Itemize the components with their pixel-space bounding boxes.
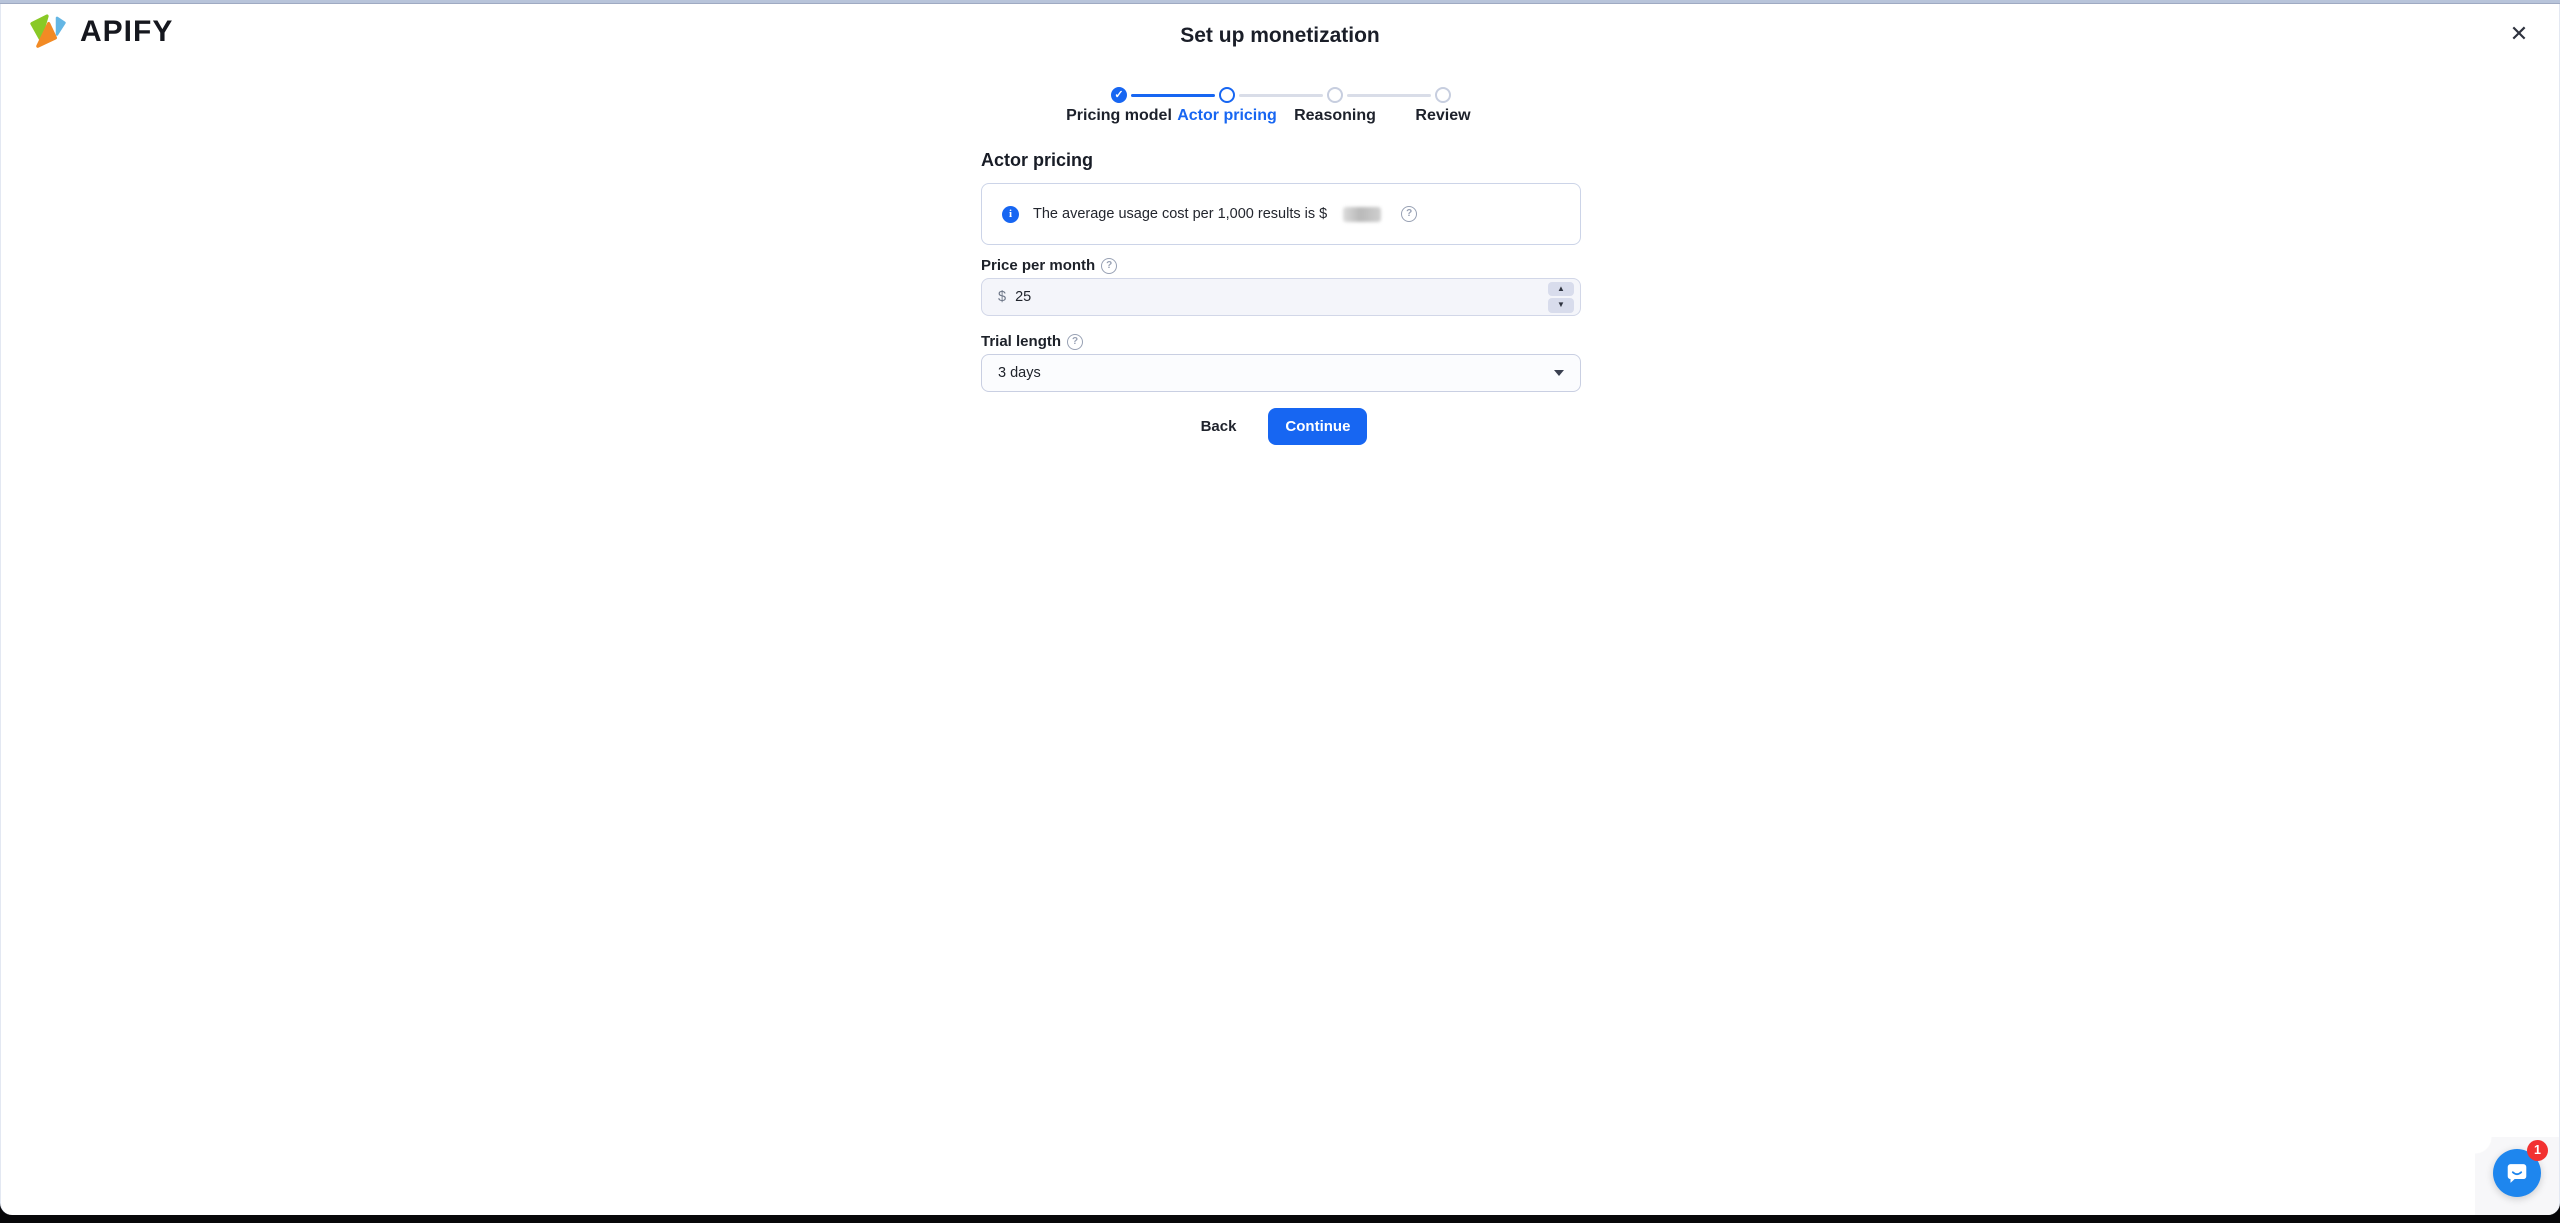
step-reasoning-circle[interactable] <box>1327 87 1343 103</box>
redacted-value <box>1343 206 1382 222</box>
stepper-connector-done <box>1131 93 1215 97</box>
chevron-down-icon <box>1554 370 1564 376</box>
step-label-review[interactable]: Review <box>1363 107 1523 125</box>
help-icon[interactable]: ? <box>1067 333 1084 350</box>
average-cost-info-banner: i The average usage cost per 1,000 resul… <box>981 183 1581 245</box>
form-actions: Back Continue <box>981 408 1581 445</box>
price-per-month-input[interactable] <box>1015 289 1548 305</box>
page-title: Actor pricing <box>981 150 1094 170</box>
price-per-month-label-text: Price per month <box>981 257 1096 274</box>
help-icon[interactable]: ? <box>1401 206 1418 222</box>
step-actor-pricing-circle[interactable] <box>1219 87 1235 103</box>
modal-title: Set up monetization <box>1180 24 1380 47</box>
spinner-up-icon[interactable]: ▲ <box>1548 281 1574 296</box>
window-chrome-strip <box>0 0 2560 4</box>
chat-bubble-icon <box>2507 1164 2527 1183</box>
close-icon[interactable]: ✕ <box>2501 16 2537 52</box>
step-review-circle[interactable] <box>1435 87 1451 103</box>
step-pricing-model-check-icon[interactable]: ✓ <box>1111 87 1127 103</box>
stepper-connector <box>1239 93 1323 97</box>
price-per-month-label: Price per month ? <box>981 257 1118 274</box>
notification-badge[interactable]: 1 <box>2527 1140 2548 1161</box>
monetization-modal: APIFY Set up monetization ✕ ✓ Pricing mo… <box>0 4 2560 1215</box>
price-input-group: $ ▲ ▼ <box>981 278 1581 316</box>
trial-length-label: Trial length ? <box>981 333 1084 350</box>
back-button[interactable]: Back <box>1195 418 1243 435</box>
info-banner-text: The average usage cost per 1,000 results… <box>1033 206 1328 222</box>
stepper-connector <box>1347 93 1431 97</box>
info-icon: i <box>1002 205 1019 223</box>
number-stepper: ▲ ▼ <box>1548 281 1574 313</box>
trial-length-selected-value: 3 days <box>998 365 1041 381</box>
trial-length-select[interactable]: 3 days <box>981 354 1581 392</box>
currency-prefix: $ <box>998 289 1007 305</box>
continue-button[interactable]: Continue <box>1268 408 1368 445</box>
help-icon[interactable]: ? <box>1101 257 1118 274</box>
trial-length-label-text: Trial length <box>981 333 1062 350</box>
spinner-down-icon[interactable]: ▼ <box>1548 298 1574 313</box>
